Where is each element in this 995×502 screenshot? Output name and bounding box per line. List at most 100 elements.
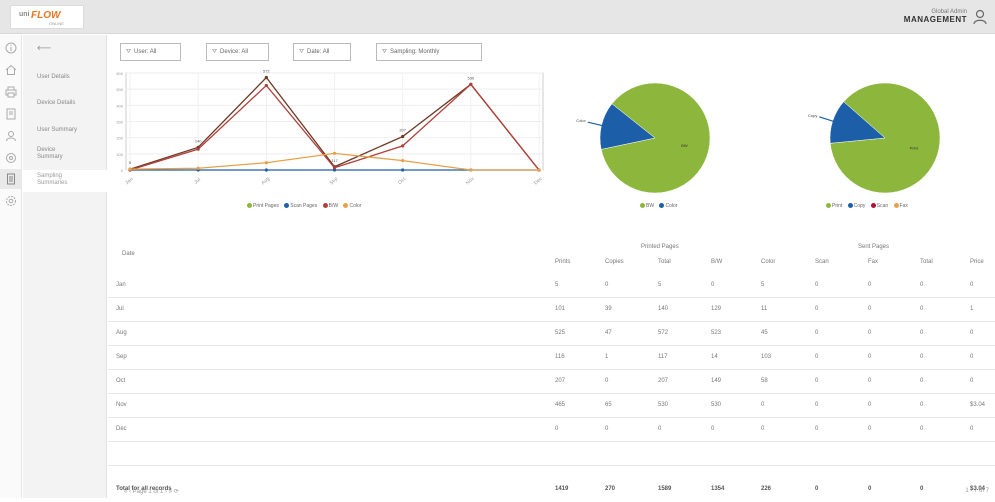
settings-icon[interactable] xyxy=(5,195,17,207)
pagination-controls[interactable]: « ‹ Page 1 of 1 › » ⟳ xyxy=(124,488,179,495)
table-row[interactable]: Dec 0 0 0 0 0 0 0 0 0 xyxy=(108,418,995,442)
sidebar-item-label: Sampling Summaries xyxy=(37,173,68,186)
table-cell: 47 xyxy=(605,330,612,336)
app-logo[interactable]: uni FLOW ONLINE xyxy=(10,5,84,29)
table-cell: 0 xyxy=(815,354,819,360)
legend-item-color[interactable]: Color xyxy=(655,203,677,209)
filter-device-label: Device: All xyxy=(220,49,249,55)
table-cell: 101 xyxy=(555,306,566,312)
sidebar-item-device-details[interactable]: Device Details xyxy=(37,100,105,107)
table-cell: 5 xyxy=(761,282,765,288)
legend-swatch xyxy=(659,203,665,208)
user-info[interactable]: Global Admin MANAGEMENT xyxy=(904,9,967,24)
column-header[interactable]: Total xyxy=(658,259,671,265)
legend-swatch xyxy=(893,203,899,208)
y-tick-label: 0 xyxy=(121,168,124,173)
column-header[interactable]: Prints xyxy=(555,259,570,265)
sidebar-item-sampling-summaries[interactable]: Sampling Summaries xyxy=(23,170,107,192)
legend-item-scan[interactable]: Scan xyxy=(867,203,888,209)
date-cell: Aug xyxy=(116,330,127,336)
legend-item-bw[interactable]: B/W xyxy=(319,203,338,209)
printer-icon[interactable] xyxy=(5,86,17,98)
column-header[interactable]: B/W xyxy=(711,259,722,265)
table-cell: 0 xyxy=(815,306,819,312)
table-row[interactable]: Nov 465 65 530 530 0 0 0 0 $3.04 xyxy=(108,394,995,418)
y-tick-label: 200 xyxy=(116,136,123,141)
report-icon[interactable] xyxy=(5,108,17,120)
table-cell: 0 xyxy=(920,282,924,288)
logo-name: FLOW xyxy=(31,10,61,21)
sidebar-item-user-details[interactable]: User Details xyxy=(37,74,105,81)
filter-sampling-button[interactable]: ⛛ Sampling: Monthly xyxy=(376,43,482,61)
filter-sampling-label: Sampling: Monthly xyxy=(390,49,440,55)
table-cell: 0 xyxy=(920,354,924,360)
legend-item-print[interactable]: Print xyxy=(822,203,842,209)
column-header[interactable]: Total xyxy=(920,259,933,265)
legend-label: Color xyxy=(665,203,678,209)
data-point xyxy=(332,151,337,155)
pie1-legend: BW Color xyxy=(636,203,677,209)
table-cell: 0 xyxy=(970,330,974,336)
data-point xyxy=(332,166,337,170)
legend-item-print-pages[interactable]: Print Pages xyxy=(243,203,279,209)
table-cell: 103 xyxy=(761,354,772,360)
column-header[interactable]: Color xyxy=(761,259,775,265)
legend-swatch xyxy=(247,203,252,208)
document-icon[interactable] xyxy=(5,173,17,185)
table-cell: 0 xyxy=(815,282,819,288)
legend-swatch xyxy=(847,203,853,208)
slice-label: Copy xyxy=(808,113,817,118)
table-cell: 0 xyxy=(970,378,974,384)
legend-item-scan-pages[interactable]: Scan Pages xyxy=(280,203,317,209)
legend-swatch xyxy=(870,203,876,208)
data-point xyxy=(469,82,473,86)
legend-item-bw[interactable]: BW xyxy=(636,203,654,209)
legend-swatch xyxy=(343,203,349,208)
table-cell: 0 xyxy=(761,402,765,408)
user-avatar-icon[interactable] xyxy=(973,9,987,25)
legend-item-fax[interactable]: Fax xyxy=(890,203,908,209)
table-row[interactable]: Sep 116 1 117 14 103 0 0 0 0 xyxy=(108,346,995,370)
total-cell: 1354 xyxy=(711,486,725,492)
total-cell: 0 xyxy=(815,486,819,492)
pagination-info: 1 - 7 of 7 xyxy=(965,488,989,494)
table-row[interactable]: Aug 525 47 572 523 45 0 0 0 0 xyxy=(108,322,995,346)
sidebar-item-user-summary[interactable]: User Summary xyxy=(37,127,105,134)
legend-label: Copy xyxy=(853,203,866,209)
column-header[interactable]: Copies xyxy=(605,259,624,265)
legend-item-color[interactable]: Color xyxy=(339,203,361,209)
info-icon[interactable] xyxy=(5,42,17,54)
device-icon[interactable] xyxy=(5,152,17,164)
table-cell: 129 xyxy=(711,306,722,312)
table-row[interactable]: Jan 5 0 5 0 5 0 0 0 0 xyxy=(108,274,995,298)
column-header[interactable]: Fax xyxy=(868,259,878,265)
table-cell: 116 xyxy=(555,354,565,360)
table-cell: 0 xyxy=(868,426,872,432)
filter-icon: ⛛ xyxy=(299,49,305,55)
column-header[interactable]: Price xyxy=(970,259,984,265)
user-icon[interactable] xyxy=(5,130,17,142)
table-cell: 0 xyxy=(761,426,765,432)
home-icon[interactable] xyxy=(5,64,17,76)
x-tick-label: Jan xyxy=(124,176,134,186)
table-cell: 117 xyxy=(658,354,668,360)
legend-item-copy[interactable]: Copy xyxy=(844,203,866,209)
y-tick-label: 400 xyxy=(116,103,123,108)
y-tick-label: 300 xyxy=(116,120,123,125)
sidebar-item-device-summary[interactable]: Device Summary xyxy=(37,147,77,161)
filter-user-button[interactable]: ⛛ User: All xyxy=(120,43,181,61)
date-column-header[interactable]: Date xyxy=(122,251,135,257)
x-tick-label: Dec xyxy=(533,176,544,187)
filter-date-button[interactable]: ⛛ Date: All xyxy=(293,43,351,61)
table-cell: 0 xyxy=(920,330,924,336)
table-cell: 207 xyxy=(658,378,669,384)
table-row[interactable]: Oct 207 0 207 149 58 0 0 0 0 xyxy=(108,370,995,394)
table-cell: $3.04 xyxy=(970,402,986,408)
legend-label: Print Pages xyxy=(253,203,279,209)
column-header[interactable]: Scan xyxy=(815,259,829,265)
back-arrow-icon[interactable]: ⟵ xyxy=(37,43,51,54)
table-cell: 5 xyxy=(555,282,559,288)
data-point xyxy=(196,147,200,151)
filter-device-button[interactable]: ⛛ Device: All xyxy=(206,43,269,61)
table-row[interactable]: Jul 101 39 140 129 11 0 0 0 1 xyxy=(108,298,995,322)
